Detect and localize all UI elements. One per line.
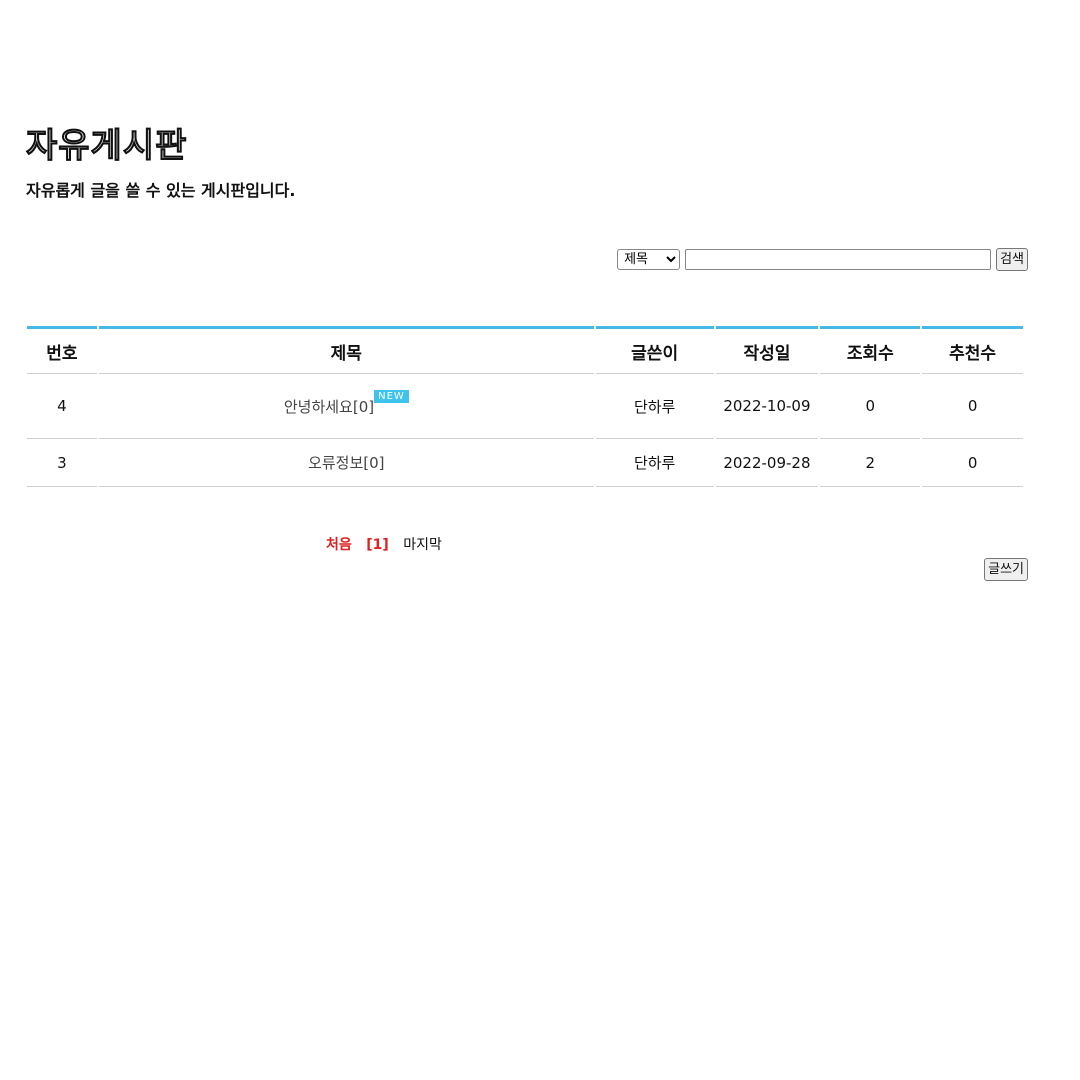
search-bar: 제목 검색 bbox=[617, 248, 1028, 271]
post-views: 2 bbox=[820, 439, 921, 487]
column-header-number: 번호 bbox=[27, 326, 97, 374]
post-author: 단하루 bbox=[595, 439, 714, 487]
column-header-subject: 제목 bbox=[98, 326, 594, 374]
page-title: 자유게시판 bbox=[25, 126, 188, 167]
post-subject-cell: 오류정보[0] bbox=[98, 439, 594, 487]
post-recommends: 0 bbox=[922, 374, 1023, 439]
table-header-row: 번호 제목 글쓴이 작성일 조회수 추천수 bbox=[27, 326, 1023, 374]
post-recommends: 0 bbox=[922, 439, 1023, 487]
pagination-last[interactable]: 마지막 bbox=[403, 537, 442, 553]
post-number: 4 bbox=[27, 374, 97, 439]
new-badge: NEW bbox=[374, 389, 409, 403]
post-date: 2022-09-28 bbox=[715, 439, 819, 487]
column-header-views: 조회수 bbox=[820, 326, 921, 374]
post-number: 3 bbox=[27, 439, 97, 487]
write-post-button[interactable]: 글쓰기 bbox=[984, 558, 1028, 581]
page-subtitle: 자유롭게 글을 쓸 수 있는 게시판입니다. bbox=[26, 181, 296, 200]
search-input[interactable] bbox=[685, 249, 992, 270]
post-subject-link[interactable]: 오류정보[0] bbox=[308, 454, 384, 472]
post-date: 2022-10-09 bbox=[715, 374, 819, 439]
column-header-date: 작성일 bbox=[715, 326, 819, 374]
column-header-recommends: 추천수 bbox=[922, 326, 1023, 374]
post-views: 0 bbox=[820, 374, 921, 439]
post-subject-cell: 안녕하세요[0]NEW bbox=[98, 374, 594, 439]
search-button[interactable]: 검색 bbox=[996, 248, 1028, 271]
table-row[interactable]: 3 오류정보[0] 단하루 2022-09-28 2 0 bbox=[27, 439, 1023, 487]
board-page: 자유게시판 자유롭게 글을 쓸 수 있는 게시판입니다. 제목 검색 번호 제목… bbox=[0, 0, 1080, 1080]
table-row[interactable]: 4 안녕하세요[0]NEW 단하루 2022-10-09 0 0 bbox=[27, 374, 1023, 439]
pagination: 처음 [1] 마지막 bbox=[326, 535, 442, 555]
column-header-author: 글쓴이 bbox=[595, 326, 714, 374]
board-table: 번호 제목 글쓴이 작성일 조회수 추천수 4 안녕하세요[0]NEW 단하루 … bbox=[25, 326, 1025, 487]
search-field-select[interactable]: 제목 bbox=[617, 249, 681, 270]
pagination-current-page[interactable]: [1] bbox=[366, 537, 389, 553]
post-subject-link[interactable]: 안녕하세요[0] bbox=[284, 398, 374, 416]
post-author: 단하루 bbox=[595, 374, 714, 439]
pagination-first[interactable]: 처음 bbox=[326, 537, 352, 553]
